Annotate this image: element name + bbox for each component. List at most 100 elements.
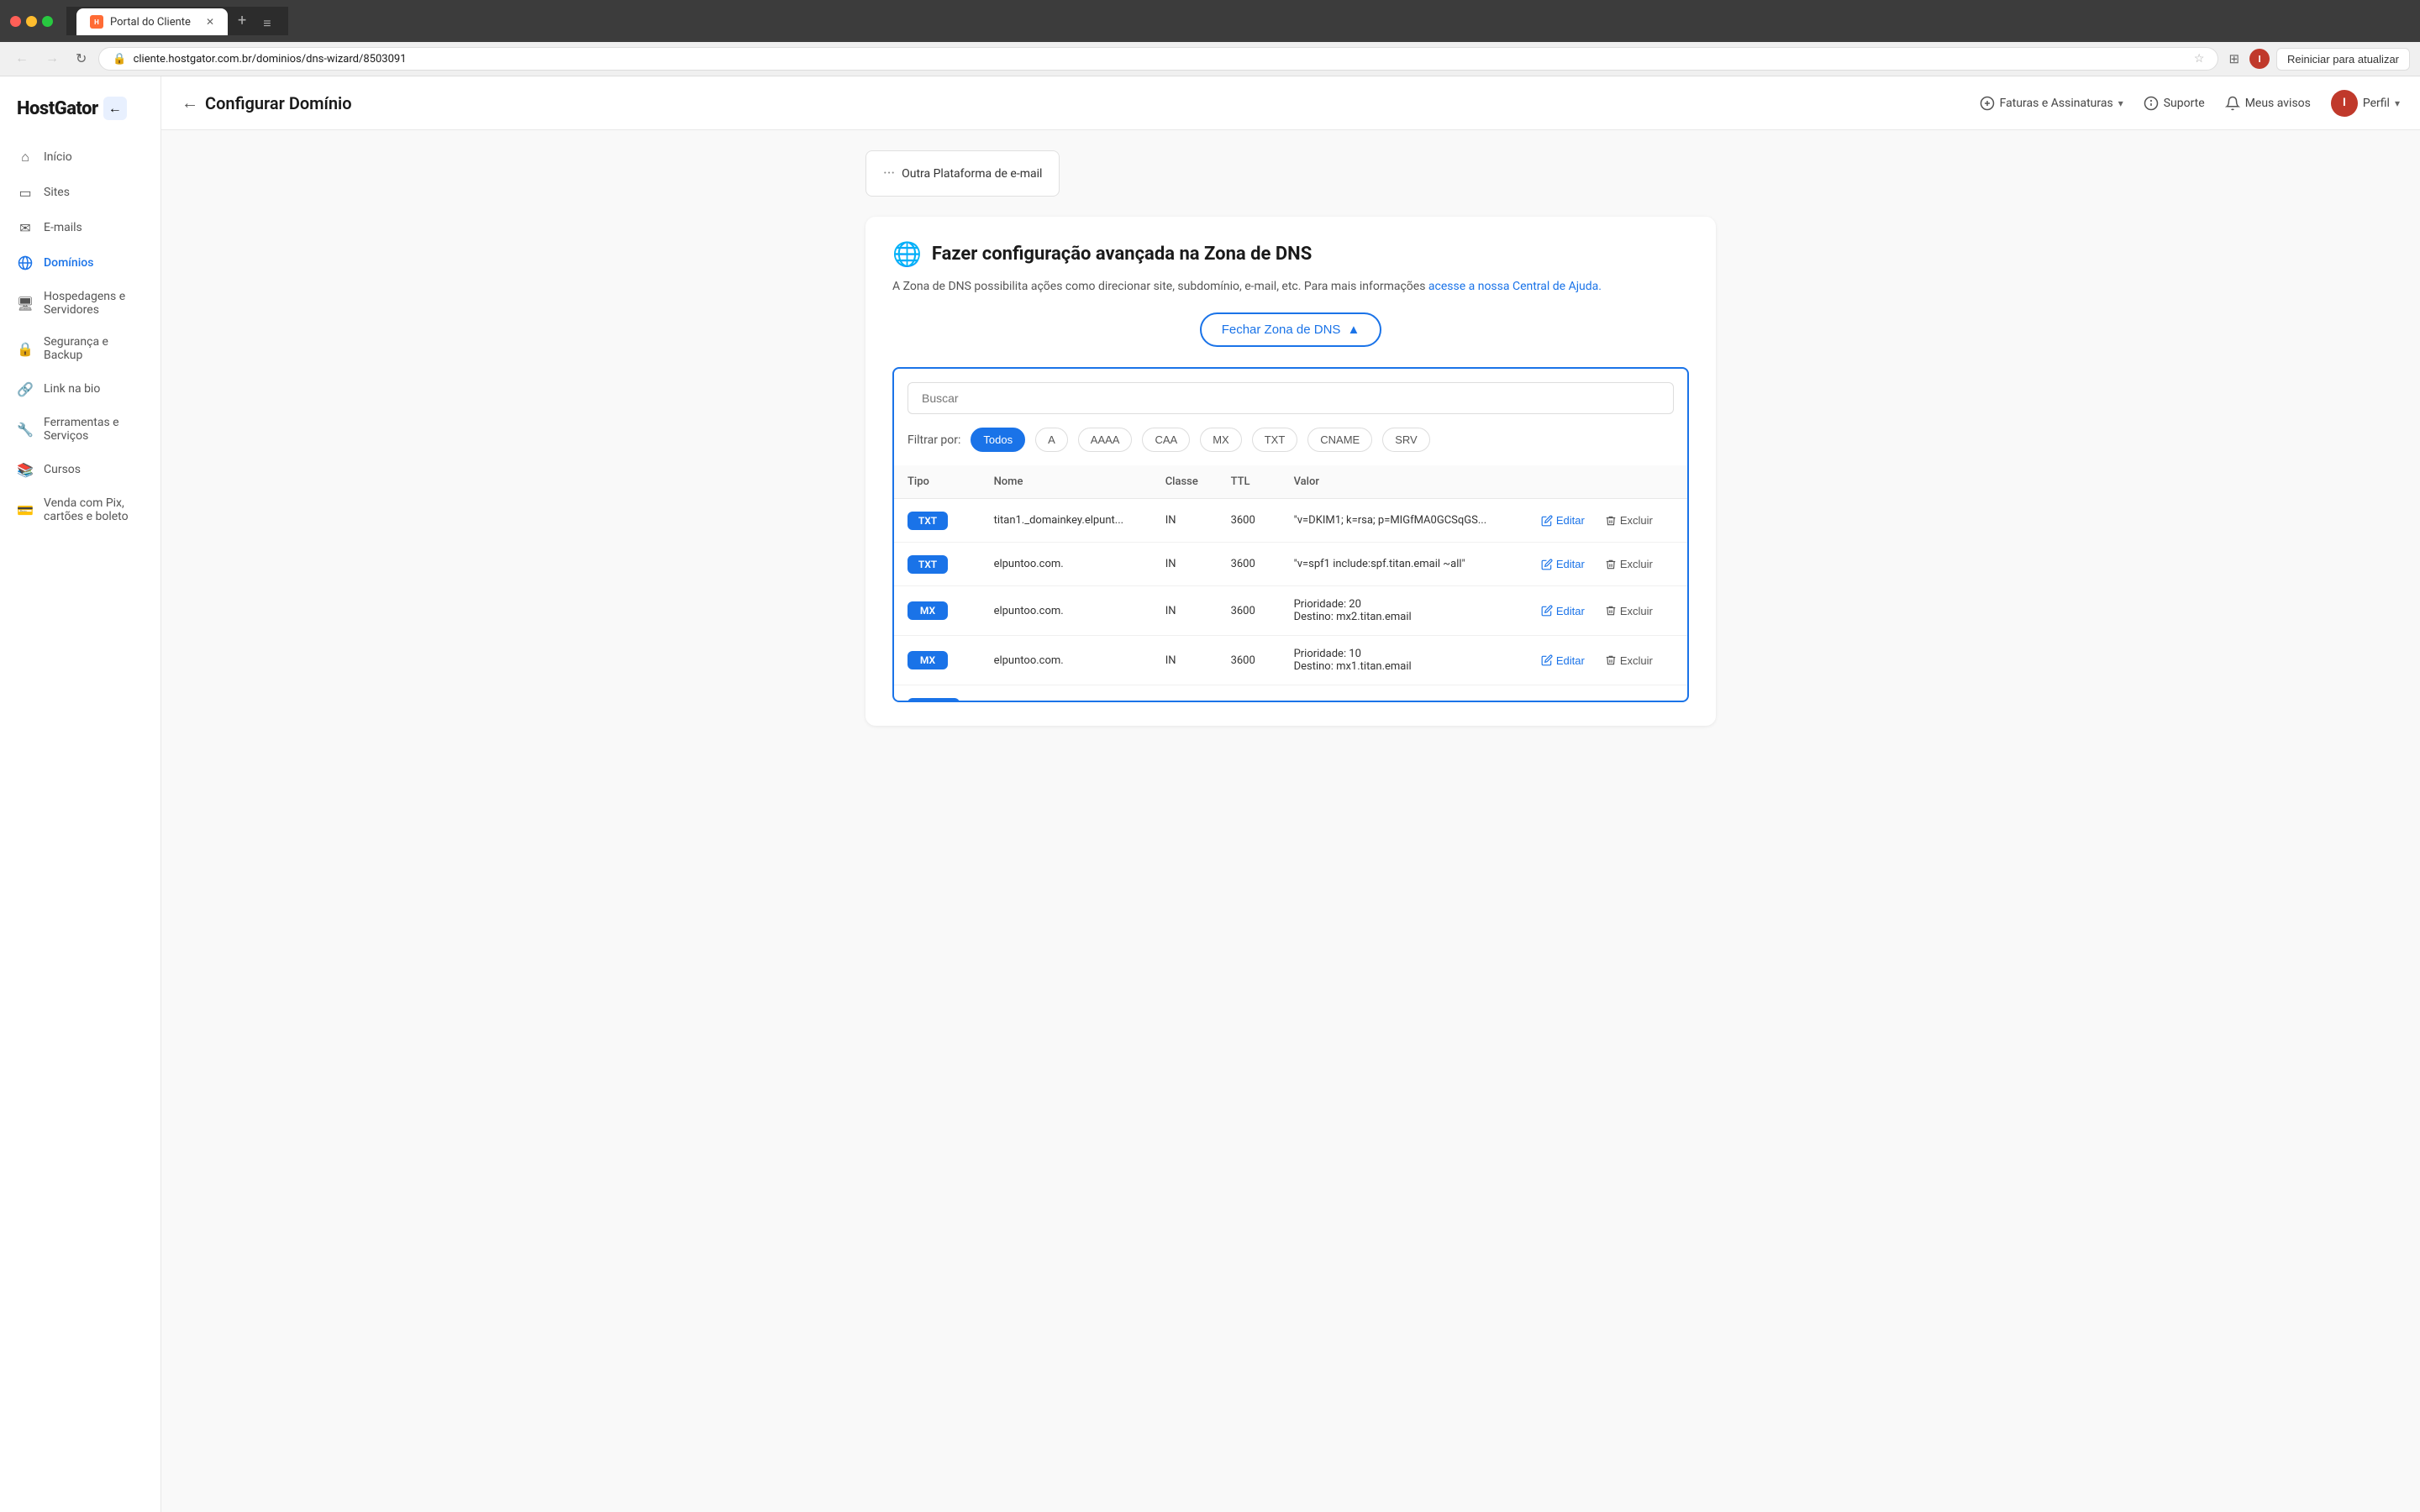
dns-section-title: Fazer configuração avançada na Zona de D… [932, 244, 1312, 265]
tab-close-icon[interactable]: ✕ [206, 16, 214, 28]
minimize-window-dot[interactable] [26, 16, 37, 27]
extensions-icon[interactable]: ⊞ [2225, 48, 2243, 70]
table-row: TXT titan1._domainkey.elpunt... IN 3600 … [894, 499, 1687, 543]
nav-suporte[interactable]: Suporte [2144, 96, 2205, 111]
filter-todos[interactable]: Todos [971, 428, 1025, 452]
filter-a[interactable]: A [1035, 428, 1068, 452]
sidebar-item-sites[interactable]: ▭ Sites [7, 176, 154, 209]
row4-value-line2: Destino: mx1.titan.email [1294, 660, 1507, 673]
sidebar-item-ferramentas[interactable]: 🔧 Ferramentas e Serviços [7, 407, 154, 451]
row2-value: "v=spf1 include:spf.titan.email ~all" [1281, 543, 1521, 586]
dns-table-body: TXT titan1._domainkey.elpunt... IN 3600 … [894, 499, 1687, 701]
badge-mx-1: MX [908, 601, 948, 620]
back-button[interactable]: ← [10, 48, 34, 70]
nav-avisos[interactable]: Meus avisos [2225, 96, 2311, 111]
sidebar-logo: HostGator ← [0, 90, 160, 140]
row5-edit-button[interactable]: Editar [1534, 697, 1591, 701]
close-window-dot[interactable] [10, 16, 21, 27]
tab-favicon: H [90, 15, 103, 29]
row1-actions-cell: Editar Excluir [1534, 511, 1674, 530]
edit-icon-3 [1541, 605, 1553, 617]
row4-delete-button[interactable]: Excluir [1598, 651, 1660, 670]
main-content: ← Configurar Domínio Faturas e Assinatur… [161, 76, 2420, 1512]
row1-delete-button[interactable]: Excluir [1598, 511, 1660, 530]
forward-button[interactable]: → [40, 48, 64, 70]
row3-name: elpuntoo.com. [981, 586, 1152, 636]
filter-cname[interactable]: CNAME [1307, 428, 1372, 452]
browser-tab-bar: H Portal do Cliente ✕ + ≡ [66, 7, 288, 35]
filter-caa[interactable]: CAA [1142, 428, 1190, 452]
row5-delete-button[interactable]: Excluir [1598, 697, 1660, 701]
row3-value: Prioridade: 20 Destino: mx2.titan.email [1281, 586, 1521, 636]
col-valor: Valor [1281, 465, 1521, 499]
row1-value: "v=DKIM1; k=rsa; p=MIGfMA0GCSqGS... [1281, 499, 1521, 543]
filter-srv[interactable]: SRV [1382, 428, 1430, 452]
table-row: MX elpuntoo.com. IN 3600 Prioridade: 10 … [894, 636, 1687, 685]
row3-delete-button[interactable]: Excluir [1598, 601, 1660, 621]
dns-table-header: Tipo Nome Classe TTL Valor [894, 465, 1687, 499]
browser-active-tab[interactable]: H Portal do Cliente ✕ [76, 8, 228, 35]
sidebar-item-hospedagens[interactable]: 🖥 Hospedagens e Servidores [7, 281, 154, 325]
sidebar-item-inicio[interactable]: ⌂ Início [7, 140, 154, 174]
reiniciar-button[interactable]: Reiniciar para atualizar [2276, 48, 2410, 71]
address-bar[interactable]: 🔒 cliente.hostgator.com.br/dominios/dns-… [98, 47, 2218, 71]
row3-edit-button[interactable]: Editar [1534, 601, 1591, 621]
reload-button[interactable]: ↻ [71, 47, 92, 71]
browser-chrome: H Portal do Cliente ✕ + ≡ ← → ↻ 🔒 client… [0, 0, 2420, 76]
back-to-configure[interactable]: ← Configurar Domínio [182, 92, 352, 113]
new-tab-button[interactable]: + [231, 7, 253, 35]
app-header: ← Configurar Domínio Faturas e Assinatur… [161, 76, 2420, 130]
bookmark-icon[interactable]: ☆ [2194, 52, 2205, 66]
sidebar-item-cursos[interactable]: 📚 Cursos [7, 453, 154, 486]
row1-edit-button[interactable]: Editar [1534, 511, 1591, 530]
pix-icon: 💳 [17, 501, 34, 518]
row4-edit-button[interactable]: Editar [1534, 651, 1591, 670]
row2-class: IN [1152, 543, 1218, 586]
row5-actions: Editar Excluir [1521, 685, 1687, 701]
filter-aaaa[interactable]: AAAA [1078, 428, 1133, 452]
sidebar-item-seguranca[interactable]: 🔒 Segurança e Backup [7, 327, 154, 370]
dns-desc-text: A Zona de DNS possibilita ações como dir… [892, 280, 1428, 293]
logo-toggle-icon[interactable]: ← [103, 97, 127, 120]
row3-ttl: 3600 [1218, 586, 1281, 636]
platform-label: Outra Plataforma de e-mail [902, 167, 1042, 181]
sidebar-label-hospedagens: Hospedagens e Servidores [44, 290, 144, 317]
filter-txt[interactable]: TXT [1252, 428, 1298, 452]
logo-text: HostGator [17, 98, 98, 119]
sites-icon: ▭ [17, 184, 34, 201]
row2-delete-button[interactable]: Excluir [1598, 554, 1660, 574]
filter-mx[interactable]: MX [1200, 428, 1242, 452]
row2-actions-cell: Editar Excluir [1534, 554, 1674, 574]
sidebar-label-ferramentas: Ferramentas e Serviços [44, 416, 144, 443]
sidebar-item-link-bio[interactable]: 🔗 Link na bio [7, 372, 154, 406]
sidebar-item-venda-pix[interactable]: 💳 Venda com Pix, cartões e boleto [7, 488, 154, 532]
search-input[interactable] [922, 391, 1660, 405]
sidebar-item-dominios[interactable]: Domínios [7, 246, 154, 280]
sidebar-label-cursos: Cursos [44, 463, 81, 476]
nav-faturas[interactable]: Faturas e Assinaturas ▾ [1980, 96, 2123, 111]
close-dns-button[interactable]: Fechar Zona de DNS ▲ [1200, 312, 1382, 347]
search-input-wrapper[interactable] [908, 382, 1674, 414]
maximize-window-dot[interactable] [42, 16, 53, 27]
row5-actions-cell: Editar Excluir [1534, 697, 1674, 701]
trash-icon-1 [1605, 515, 1617, 527]
row5-value: titan.hostgator.com.br [1281, 685, 1521, 701]
dns-table-header-row: Tipo Nome Classe TTL Valor [894, 465, 1687, 499]
sidebar-item-emails[interactable]: ✉ E-mails [7, 211, 154, 244]
row2-edit-button[interactable]: Editar [1534, 554, 1591, 574]
row3-type: MX [894, 586, 981, 636]
dns-help-link[interactable]: acesse a nossa Central de Ajuda. [1428, 280, 1602, 293]
dns-section-header: 🌐 Fazer configuração avançada na Zona de… [892, 240, 1689, 268]
avisos-label: Meus avisos [2245, 97, 2311, 110]
sidebar-label-emails: E-mails [44, 221, 82, 234]
address-text: cliente.hostgator.com.br/dominios/dns-wi… [134, 53, 2187, 66]
perfil-chevron-icon: ▾ [2395, 97, 2400, 109]
close-dns-label: Fechar Zona de DNS [1222, 323, 1341, 337]
row3-actions-cell: Editar Excluir [1534, 601, 1674, 621]
row1-class: IN [1152, 499, 1218, 543]
nav-perfil[interactable]: I Perfil ▾ [2331, 90, 2400, 117]
row5-name: webmail.elpuntoo.com. [981, 685, 1152, 701]
browser-menu-icon[interactable]: ≡ [256, 12, 277, 35]
edit-icon-2 [1541, 559, 1553, 570]
content-inner: ··· Outra Plataforma de e-mail 🌐 Fazer c… [845, 130, 1736, 746]
